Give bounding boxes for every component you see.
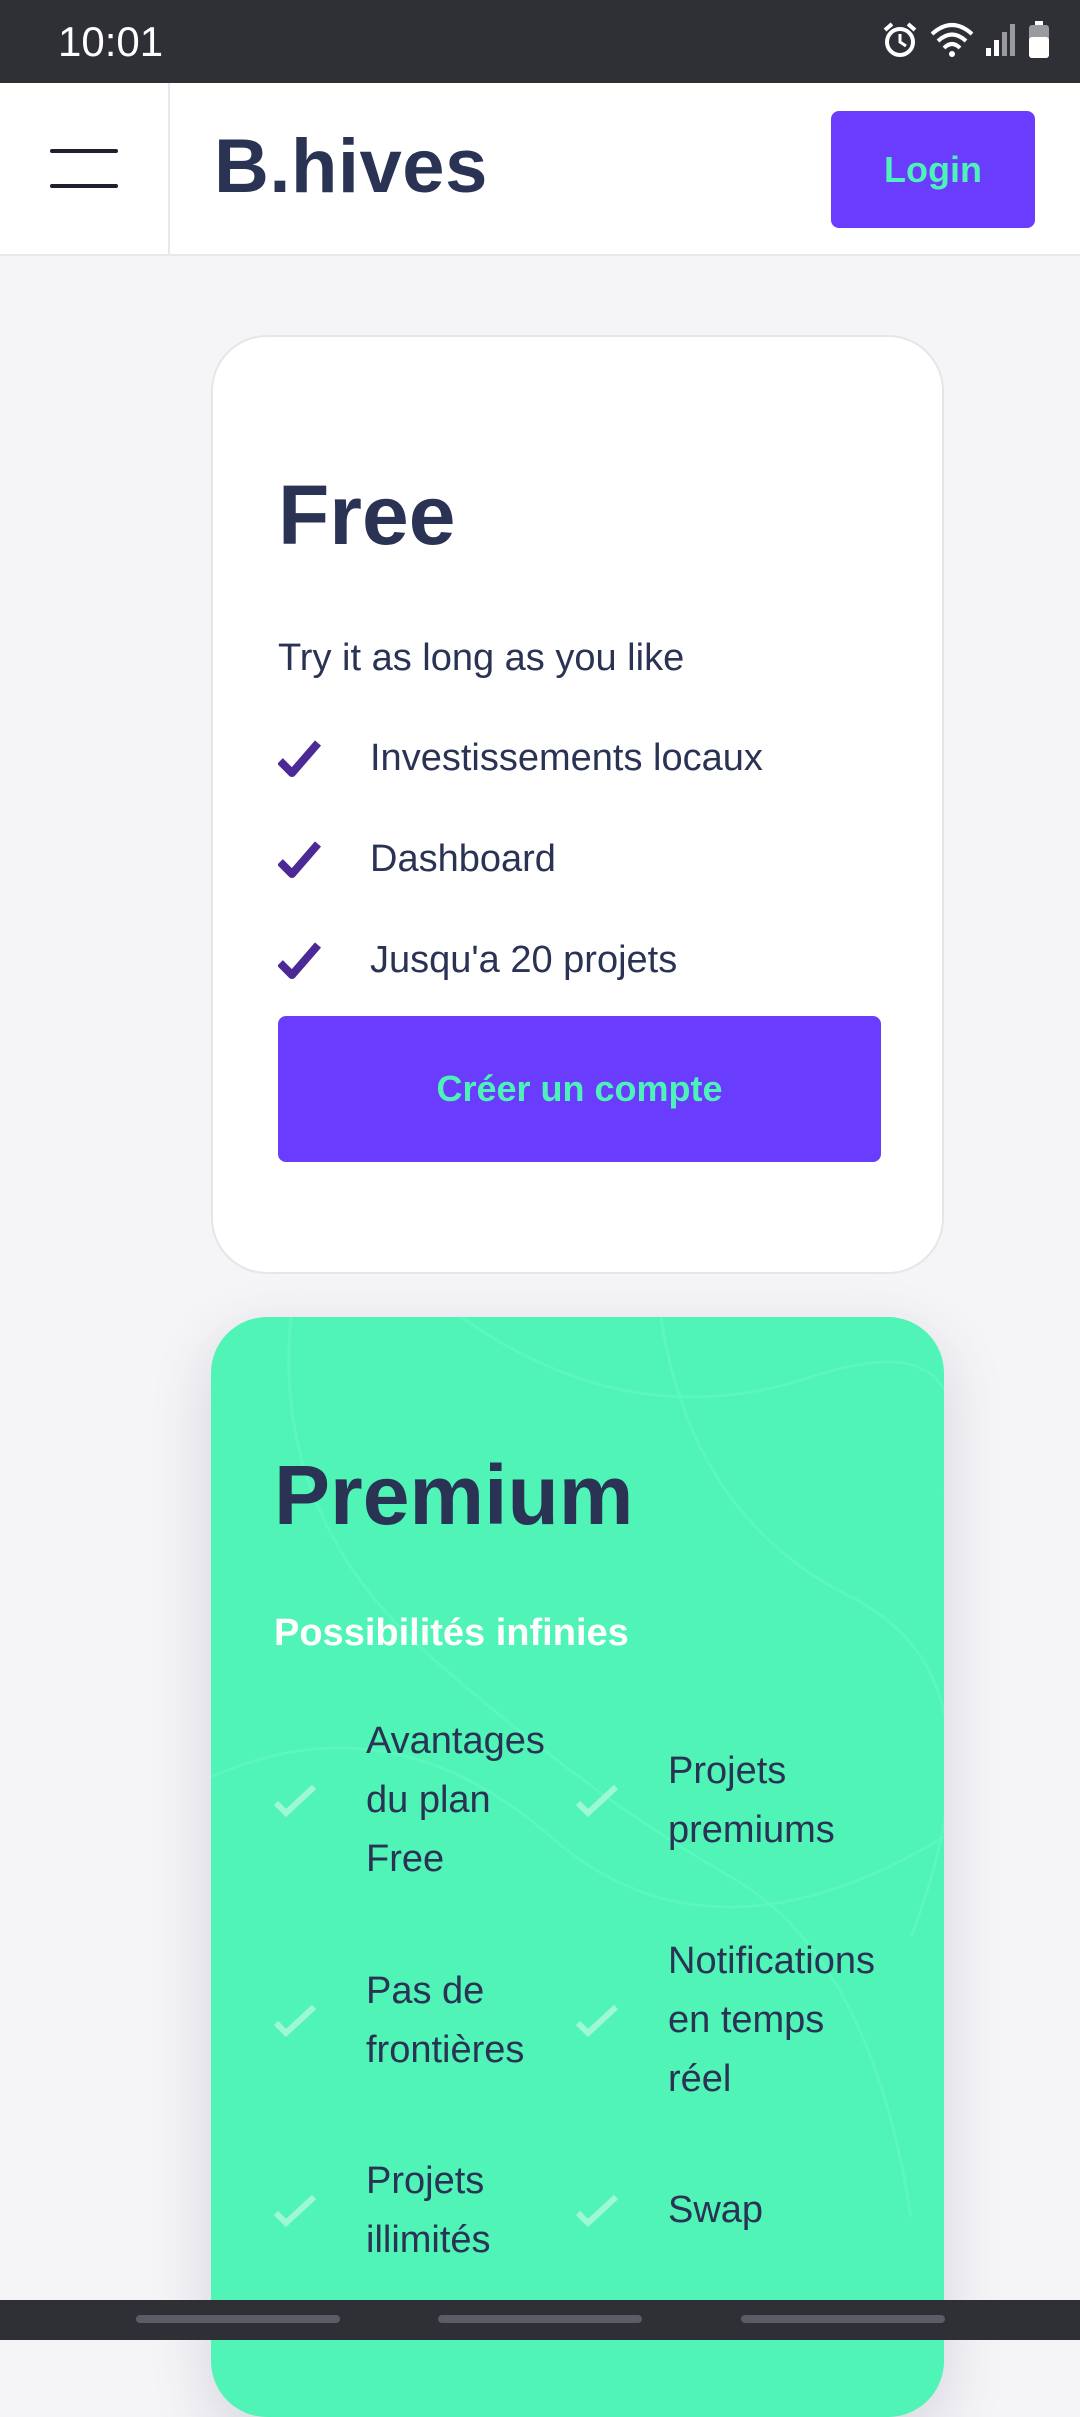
premium-plan-card: Premium Possibilités infinies Avantages …: [211, 1317, 944, 2417]
nav-home-handle[interactable]: [438, 2315, 642, 2323]
feature-line: réel: [668, 2058, 732, 2100]
feature-item: Dashboard: [278, 838, 556, 881]
menu-line-icon: [50, 184, 118, 188]
check-icon: [274, 1784, 317, 1817]
brand-logo[interactable]: B.hives: [214, 123, 488, 210]
check-icon: [576, 1784, 619, 1818]
plan-subtitle: Try it as long as you like: [278, 637, 685, 679]
menu-line-icon: [50, 149, 118, 153]
hamburger-menu-button[interactable]: [0, 83, 170, 254]
feature-item: Jusqu'a 20 projets: [278, 939, 677, 982]
feature-label: Investissements locaux: [370, 737, 763, 779]
status-bar: 10:01: [0, 0, 1080, 83]
check-icon: [278, 941, 322, 979]
premium-feature-item: Avantages du plan Free: [274, 1712, 545, 1889]
login-button[interactable]: Login: [831, 111, 1035, 228]
premium-feature-item: Projets premiums: [576, 1742, 835, 1860]
signal-icon: [986, 24, 1015, 56]
premium-feature-item: Projets illimités: [274, 2152, 491, 2270]
feature-line: illimités: [366, 2219, 491, 2261]
check-icon: [278, 840, 322, 878]
feature-line: Projets: [366, 2160, 485, 2202]
free-plan-card: Free Try it as long as you like Investis…: [211, 335, 944, 1274]
premium-feature-item: Swap: [576, 2181, 763, 2240]
feature-label: Jusqu'a 20 projets: [370, 939, 678, 981]
feature-line: premiums: [668, 1809, 835, 1851]
alarm-icon: [883, 22, 917, 57]
battery-icon: [1029, 21, 1049, 58]
plan-title: Free: [278, 468, 456, 562]
create-account-button[interactable]: Créer un compte: [278, 1016, 881, 1162]
premium-feature-item: Pas de frontières: [274, 1962, 524, 2080]
feature-line: Swap: [668, 2189, 764, 2231]
feature-line: du plan: [366, 1779, 491, 1821]
feature-item: Investissements locaux: [278, 737, 763, 780]
feature-line: Pas de: [366, 1970, 485, 2012]
premium-feature-item: Notifications en temps réel: [576, 1932, 875, 2109]
feature-line: Free: [366, 1838, 445, 1880]
status-time: 10:01: [58, 18, 164, 65]
nav-recents-handle[interactable]: [136, 2315, 340, 2323]
wifi-icon: [930, 23, 974, 57]
feature-line: frontières: [366, 2029, 525, 2071]
nav-back-handle[interactable]: [741, 2315, 945, 2323]
feature-line: Notifications: [668, 1940, 875, 1982]
system-nav-bar: [0, 2300, 1080, 2340]
feature-label: Dashboard: [370, 838, 556, 880]
check-icon: [274, 2004, 317, 2038]
status-icons: [880, 20, 1050, 60]
top-header: B.hives Login: [0, 83, 1080, 256]
check-icon: [576, 2194, 619, 2227]
check-icon: [278, 739, 322, 777]
feature-line: Projets: [668, 1750, 787, 1792]
plan-subtitle: Possibilités infinies: [274, 1612, 629, 1654]
check-icon: [274, 2194, 317, 2228]
feature-line: Avantages: [366, 1720, 545, 1762]
check-icon: [576, 2004, 619, 2037]
feature-line: en temps: [668, 1999, 825, 2041]
plan-title: Premium: [274, 1448, 634, 1542]
